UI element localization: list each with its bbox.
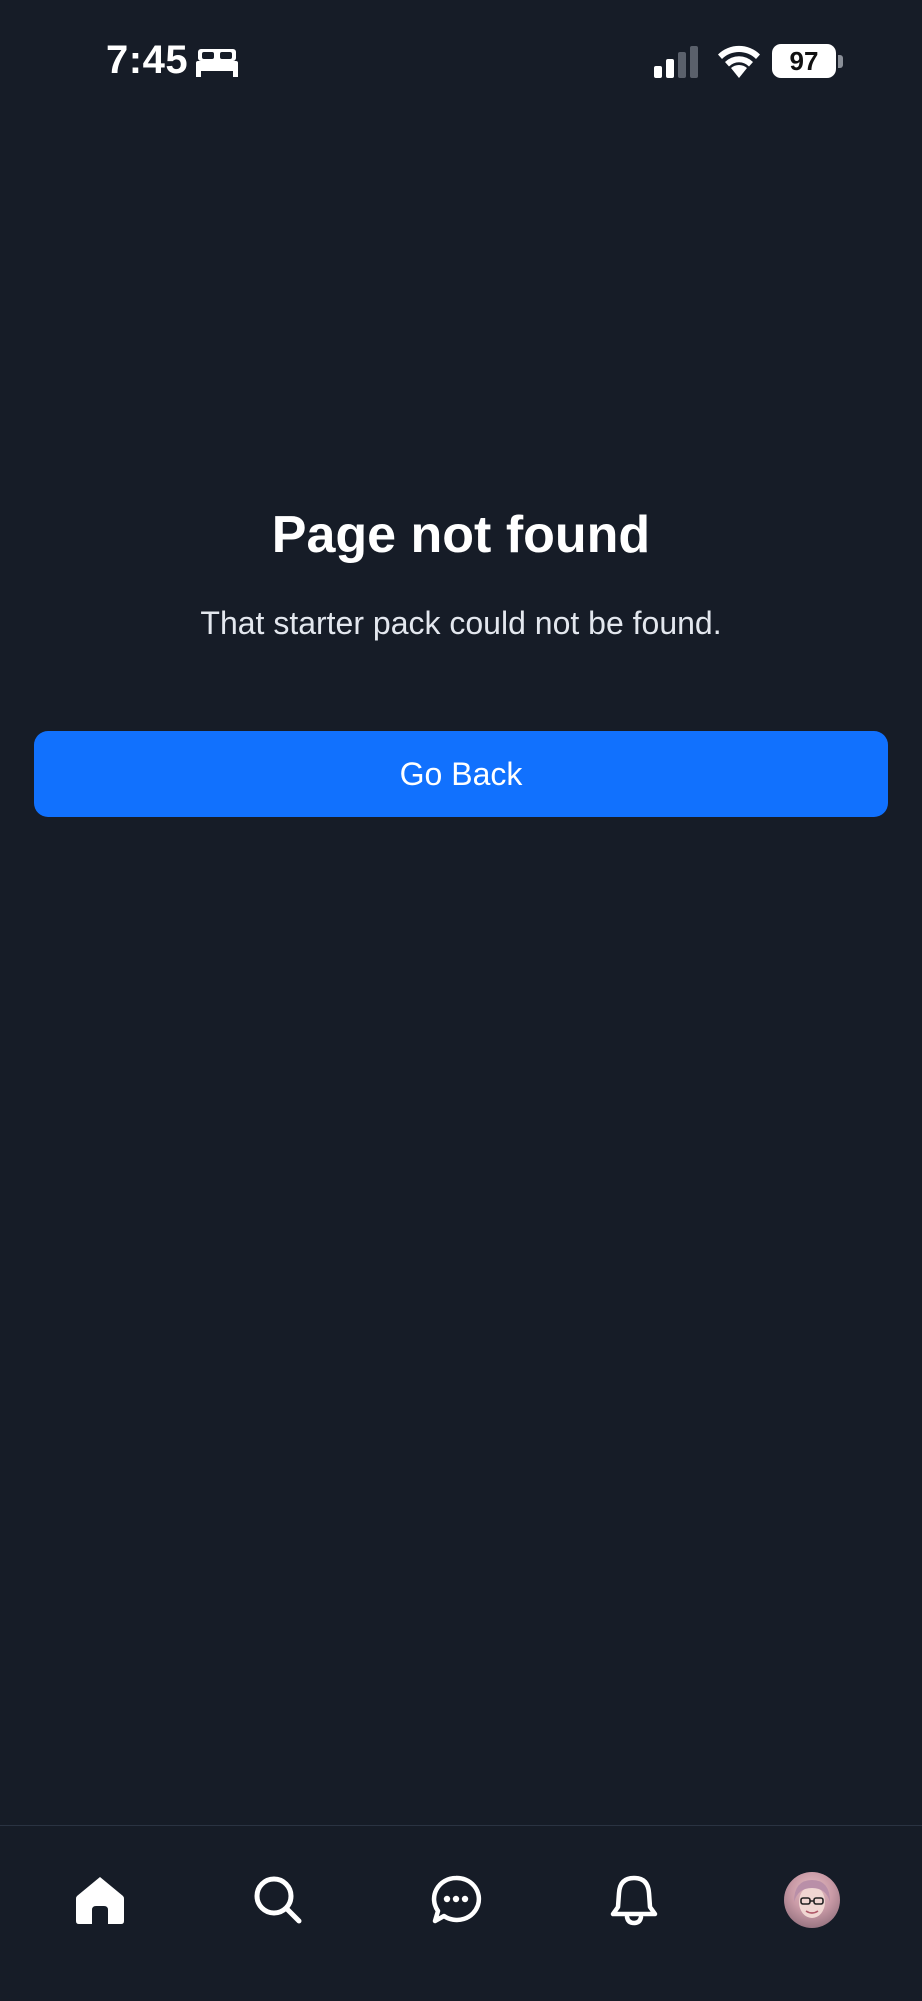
nav-home[interactable] bbox=[60, 1860, 140, 1940]
nav-search[interactable] bbox=[238, 1860, 318, 1940]
avatar bbox=[784, 1872, 840, 1928]
go-back-button[interactable]: Go Back bbox=[34, 731, 888, 817]
status-time: 7:45 bbox=[106, 38, 189, 82]
battery-icon: 97 bbox=[772, 44, 844, 80]
error-message: That starter pack could not be found. bbox=[200, 605, 722, 641]
search-icon bbox=[254, 1876, 302, 1924]
bed-icon bbox=[196, 49, 238, 77]
home-icon bbox=[76, 1877, 124, 1924]
nav-notifications[interactable] bbox=[594, 1860, 674, 1940]
wifi-icon bbox=[718, 45, 760, 78]
nav-profile[interactable] bbox=[772, 1860, 852, 1940]
page-title: Page not found bbox=[271, 506, 651, 564]
cellular-signal-icon bbox=[654, 46, 698, 78]
status-bar: 7:45 97 bbox=[0, 0, 922, 120]
avatar-image bbox=[794, 1880, 830, 1918]
bell-icon bbox=[610, 1875, 658, 1926]
chat-icon bbox=[431, 1875, 482, 1924]
nav-chat[interactable] bbox=[416, 1860, 496, 1940]
bottom-nav bbox=[0, 1825, 922, 2001]
battery-tip bbox=[838, 55, 843, 68]
battery-level: 97 bbox=[772, 44, 836, 78]
